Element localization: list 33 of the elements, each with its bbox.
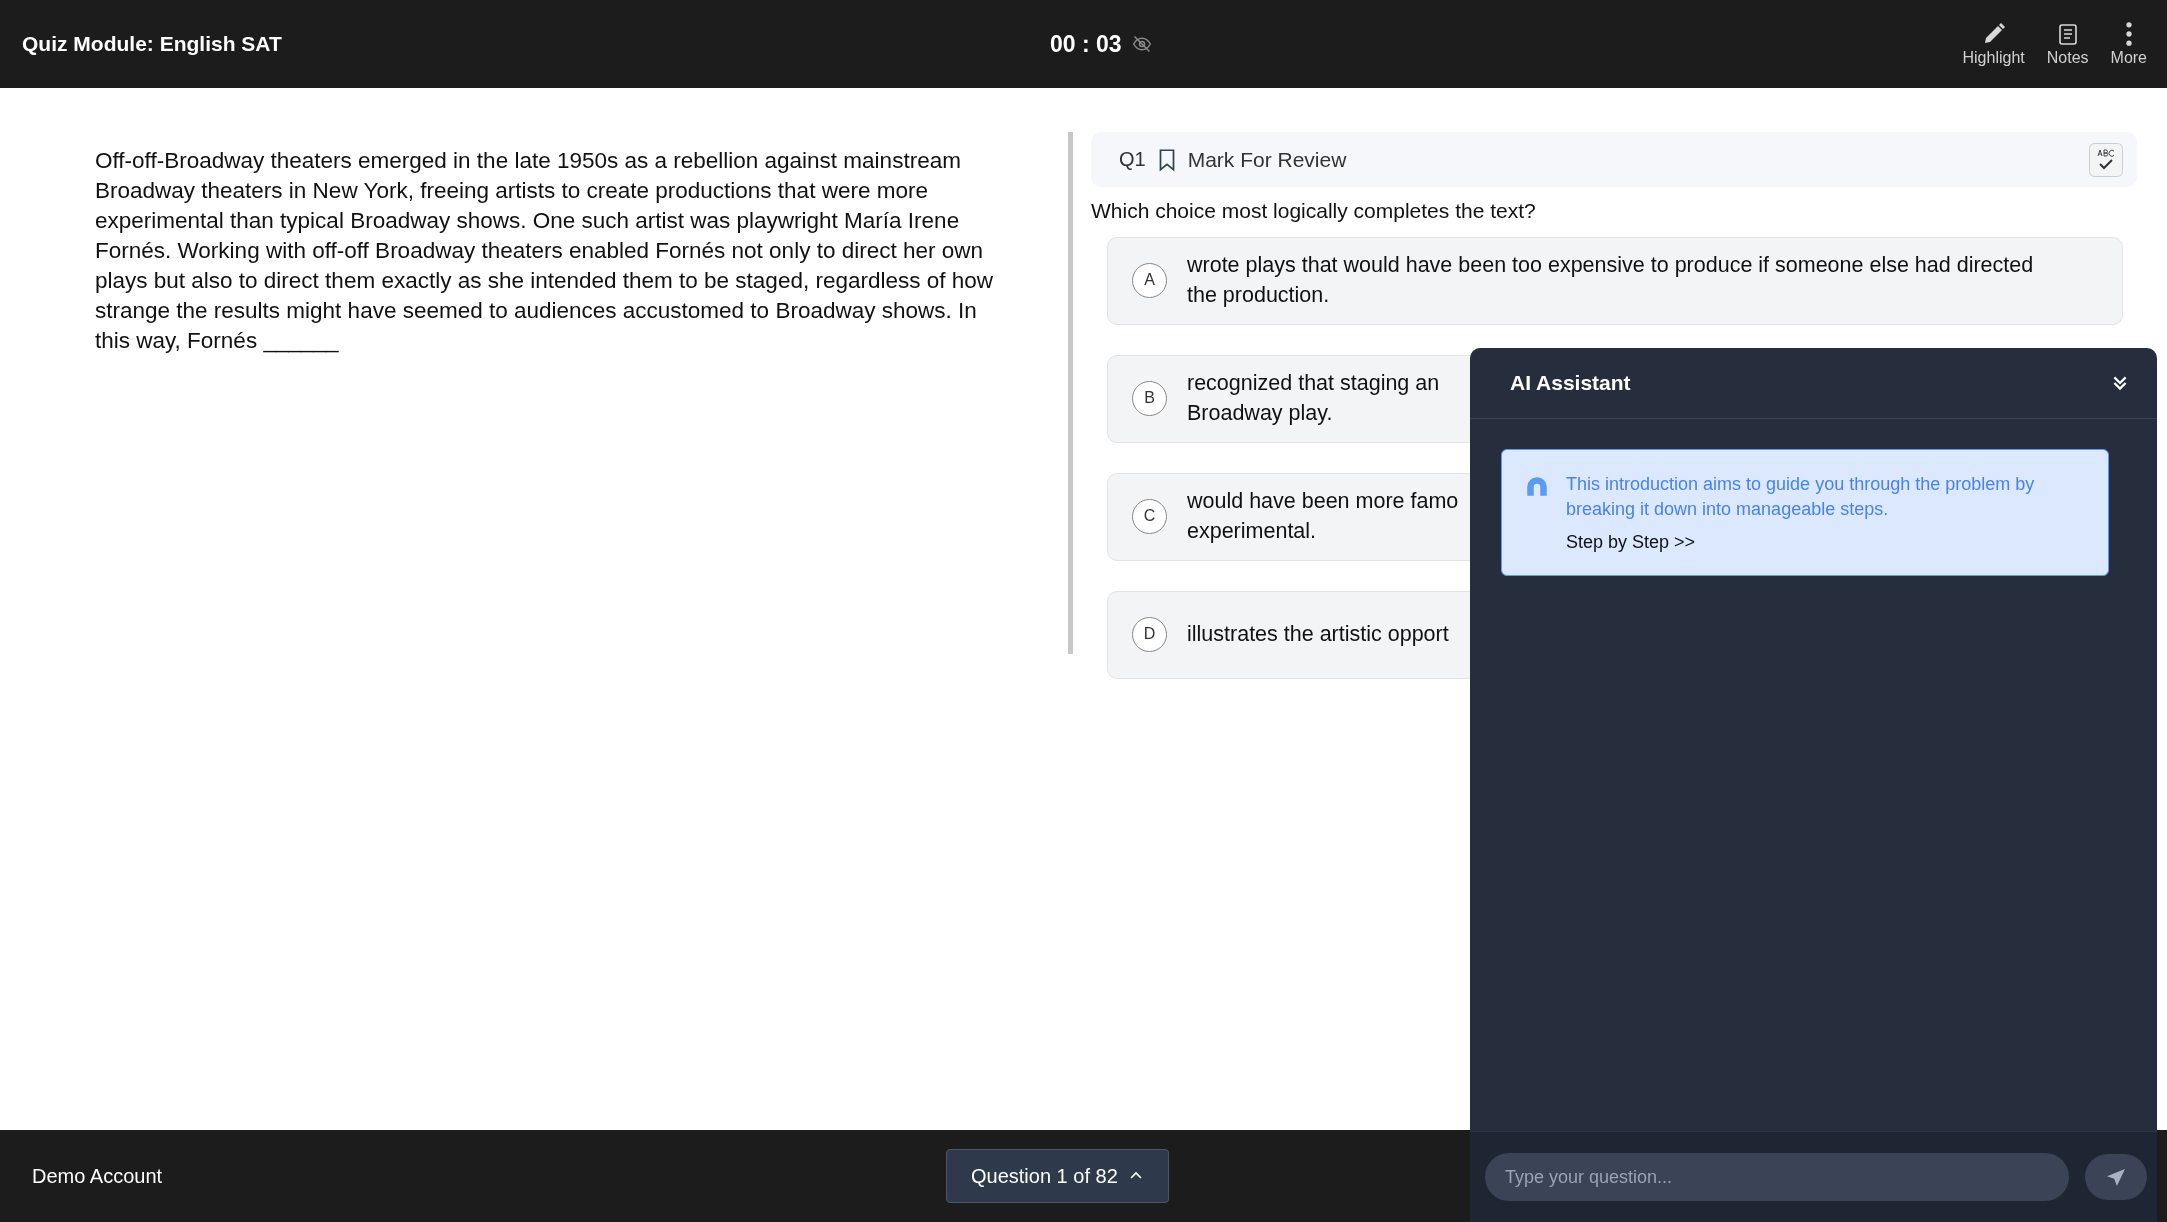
choice-letter: B (1132, 380, 1167, 416)
send-icon (2107, 1168, 2125, 1186)
choice-text: the production. (1187, 282, 1330, 309)
choice-text: Broadway play. (1187, 400, 1333, 427)
toolbar-button[interactable]: More (2110, 21, 2147, 67)
choice-text: recognized that staging an (1187, 370, 1440, 397)
question-number: Q1 (1119, 148, 1146, 171)
question-navigator-button[interactable]: Question 1 of 82 (946, 1149, 1169, 1203)
passage-text: Off-off-Broadway theaters emerged in the late 1950s as a rebellion against mainstream Broadway theaters in New York, freeing artists to create productions that were more experimental than typical Broadway shows. One such artist was playwright María Irene Fornés. Working with off-off Broadway theaters enabled Fornés not only to direct her own plays but also to direct them exactly as she intended them to be staged, regardless of how strange the results might have seemed to audiences accustomed to Broadway shows. In this way, Fornés ______ (95, 147, 994, 355)
choice-letter: C (1132, 498, 1167, 534)
account-name: Demo Account (32, 1164, 163, 1188)
quiz-title: Quiz Module: English SAT (22, 32, 282, 56)
step-by-step-link[interactable]: Step by Step >> (1566, 532, 1696, 553)
mark-for-review-label[interactable]: Mark For Review (1187, 147, 1347, 172)
choice-letter: A (1132, 262, 1167, 298)
more-icon (2125, 21, 2132, 46)
question-input[interactable]: Type your question... (1485, 1153, 2069, 1201)
spell-check-icon[interactable] (2089, 142, 2123, 177)
toolbar-button[interactable]: Highlight (1962, 21, 2025, 67)
choice-text: experimental. (1187, 518, 1317, 545)
question-prompt: Which choice most logically completes the text? (1091, 199, 1537, 223)
hide-timer-icon[interactable] (1131, 34, 1152, 54)
choice-text: wrote plays that would have been too expensive to produce if someone else had directed (1187, 252, 2034, 279)
answer-choice[interactable]: A wrote plays that would have been too expensive to produce if someone else had directed the production. (1107, 237, 2123, 325)
assistant-message: This introduction aims to guide you through the problem by breaking it down into manageable steps. (1566, 473, 2036, 521)
assistant-title: AI Assistant (1510, 371, 1631, 395)
choice-text: would have been more famo (1187, 488, 1459, 515)
choice-letter: D (1132, 616, 1167, 652)
choice-text: illustrates the artistic opport (1187, 621, 1449, 648)
toolbar-button[interactable]: Notes (2046, 21, 2089, 67)
timer: 00 : 03 (1050, 30, 1122, 58)
send-button[interactable] (2085, 1154, 2147, 1200)
collapse-icon[interactable] (2111, 374, 2129, 392)
